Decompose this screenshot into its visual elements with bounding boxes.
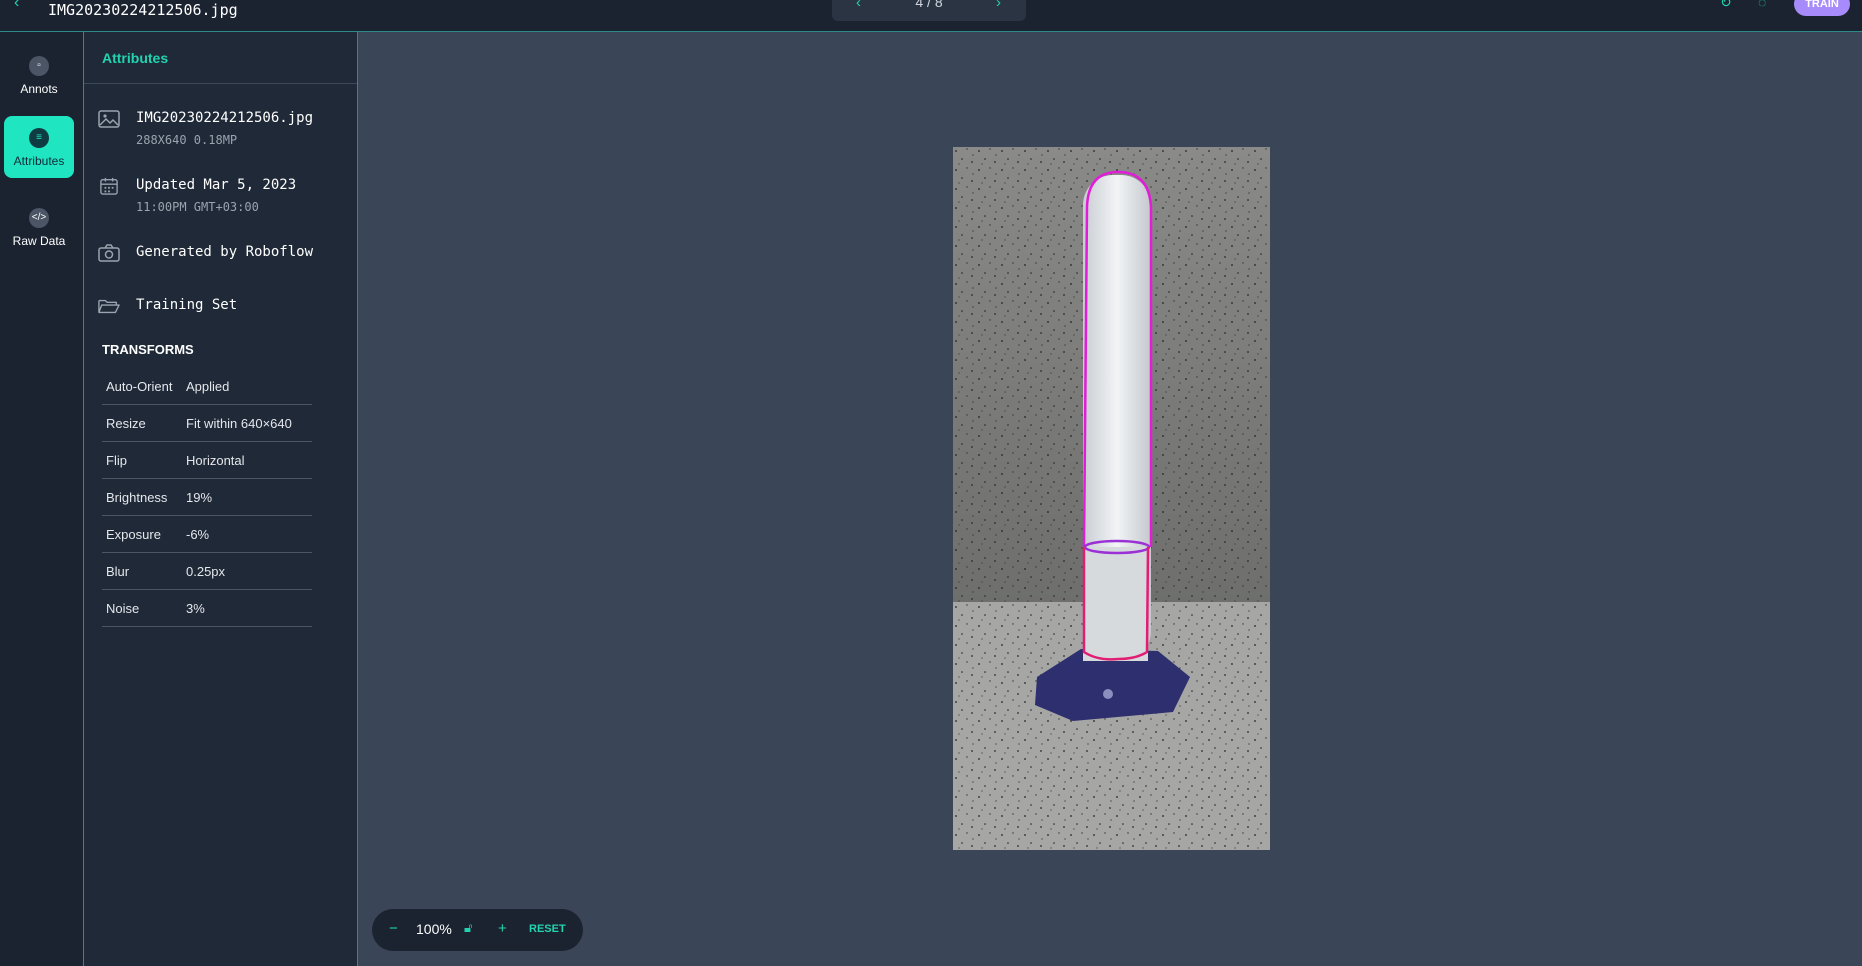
transform-key: Flip: [106, 453, 127, 468]
updated-date: Updated Mar 5, 2023: [136, 177, 297, 193]
dataset-split: Training Set: [136, 297, 238, 313]
annotated-image[interactable]: [953, 147, 1270, 850]
back-arrow-icon[interactable]: ‹: [14, 0, 19, 12]
table-row: Exposure -6%: [102, 516, 312, 553]
transform-key: Blur: [106, 564, 130, 579]
top-bar: ‹ IMG20230224212506.jpg ‹ 4 / 8 › ↻ ◌ TR…: [0, 0, 1862, 32]
image-filename: IMG20230224212506.jpg: [48, 1, 238, 19]
train-button[interactable]: TRAIN: [1794, 0, 1850, 16]
transform-value: 0.25px: [186, 564, 226, 579]
annotation-icon: ▫: [29, 56, 49, 76]
table-row: Blur 0.25px: [102, 553, 312, 590]
transform-value: Applied: [186, 379, 230, 394]
lock-icon[interactable]: 🔓︎: [464, 920, 472, 936]
calendar-icon: [100, 177, 118, 195]
transform-key: Resize: [106, 416, 146, 431]
list-icon: ≡: [29, 128, 49, 148]
rail-item-raw-data[interactable]: </> Raw Data: [4, 196, 74, 258]
transform-key: Brightness: [106, 490, 168, 505]
attributes-panel: Attributes IMG20230224212506.jpg 288X640…: [84, 32, 358, 966]
table-row: Auto-Orient Applied: [102, 368, 312, 405]
reset-button[interactable]: RESET: [529, 923, 566, 935]
table-row: Noise 3%: [102, 590, 312, 627]
zoom-out-icon[interactable]: −: [389, 920, 398, 937]
transforms-table: Auto-Orient Applied Resize Fit within 64…: [102, 368, 312, 627]
file-name: IMG20230224212506.jpg: [136, 110, 314, 126]
zoom-in-icon[interactable]: +: [498, 920, 507, 937]
hide-annotations-icon[interactable]: ◌: [1758, 0, 1766, 10]
generated-by: Generated by Roboflow: [136, 244, 314, 260]
rail-item-label: Attributes: [13, 154, 65, 168]
folder-icon: [98, 299, 120, 314]
transform-key: Exposure: [106, 527, 161, 542]
table-row: Brightness 19%: [102, 479, 312, 516]
table-row: Flip Horizontal: [102, 442, 312, 479]
next-image-icon[interactable]: ›: [996, 0, 1001, 11]
rail-item-attributes[interactable]: ≡ Attributes: [4, 116, 74, 178]
camera-icon: [98, 244, 120, 262]
transform-value: Horizontal: [186, 453, 245, 468]
left-rail: ▫ Annots ≡ Attributes </> Raw Data: [0, 32, 84, 966]
zoom-controls: − 100% 🔓︎ + RESET: [372, 909, 583, 951]
transform-value: 19%: [186, 490, 213, 505]
file-details: 288X640 0.18MP: [136, 133, 238, 147]
transform-value: 3%: [186, 601, 205, 616]
image-icon: [98, 110, 120, 128]
zoom-level: 100%: [416, 921, 452, 937]
refresh-icon[interactable]: ↻: [1720, 0, 1732, 11]
transforms-heading: TRANSFORMS: [102, 342, 194, 357]
code-icon: </>: [29, 208, 49, 228]
image-pager: ‹ 4 / 8 ›: [832, 0, 1026, 21]
rail-item-label: Raw Data: [12, 234, 66, 248]
rail-item-label: Annots: [20, 82, 58, 96]
updated-time: 11:00PM GMT+03:00: [136, 200, 259, 214]
panel-title: Attributes: [102, 50, 169, 66]
table-row: Resize Fit within 640×640: [102, 405, 312, 442]
rail-item-annots[interactable]: ▫ Annots: [4, 44, 74, 106]
transform-key: Auto-Orient: [106, 379, 173, 394]
transform-value: Fit within 640×640: [186, 416, 292, 431]
transform-key: Noise: [106, 601, 140, 616]
divider: [84, 83, 357, 84]
transform-value: -6%: [186, 527, 210, 542]
